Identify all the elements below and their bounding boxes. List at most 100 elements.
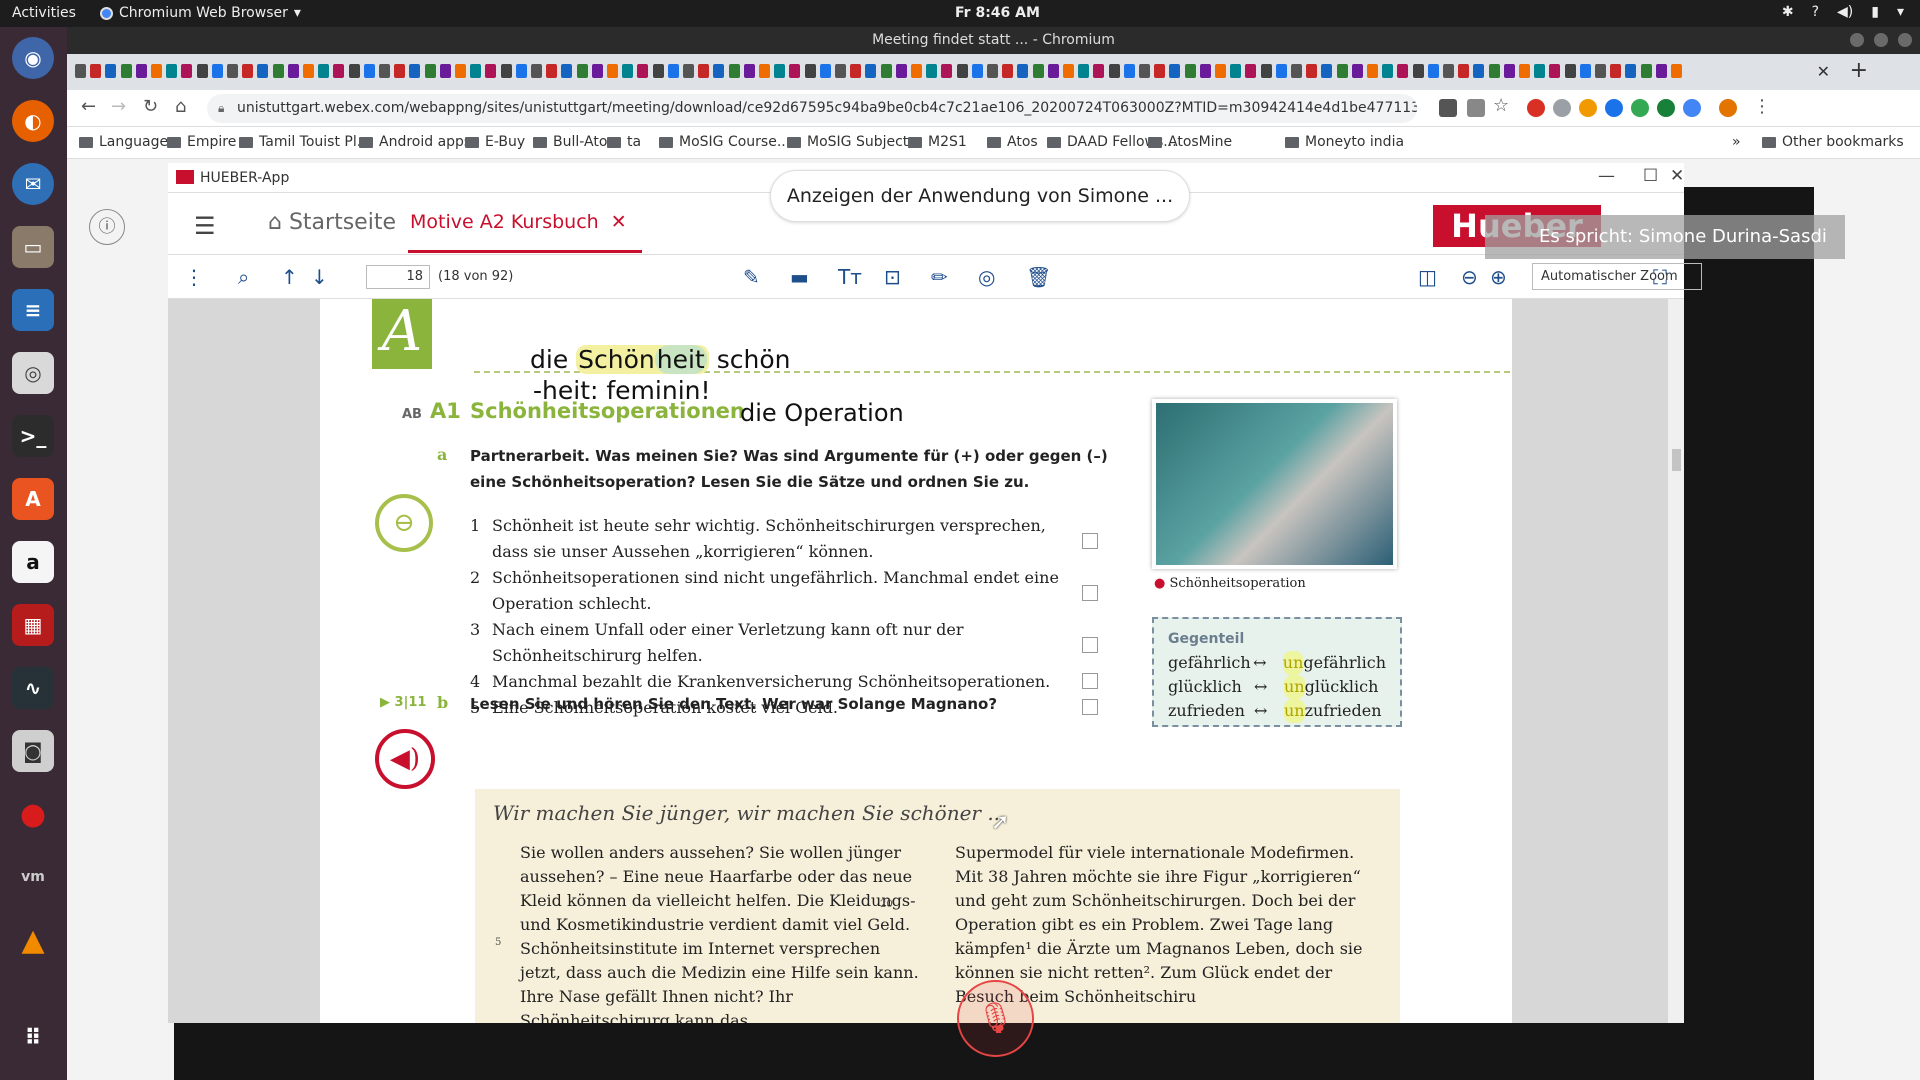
tab-favicon-icon[interactable]	[485, 64, 497, 78]
tab-favicon-icon[interactable]	[151, 64, 162, 78]
tab-favicon-icon[interactable]	[561, 64, 573, 78]
tab-favicon-icon[interactable]	[211, 64, 223, 78]
remote-desktop-dock-icon[interactable]: ▦	[12, 604, 54, 646]
tab-favicon-icon[interactable]	[1610, 64, 1622, 78]
tab-favicon-icon[interactable]	[1549, 64, 1561, 78]
tab-favicon-icon[interactable]	[698, 64, 710, 78]
tab-favicon-icon[interactable]	[500, 64, 512, 78]
clock[interactable]: Fr 8:46 AM	[955, 5, 1040, 21]
comment-icon[interactable]: ▬	[790, 265, 809, 289]
next-page-icon[interactable]: ↓	[311, 265, 328, 289]
tab-favicon-icon[interactable]	[1123, 64, 1135, 78]
tab-close-icon[interactable]: ✕	[1817, 62, 1830, 81]
camera-dock-icon[interactable]: ◙	[12, 730, 54, 772]
zoom-out-icon[interactable]: ⊖	[1461, 265, 1478, 289]
tab-favicon-icon[interactable]	[1215, 64, 1226, 78]
tab-favicon-icon[interactable]	[90, 64, 102, 78]
statement-checkbox[interactable]	[1082, 637, 1098, 653]
minimize-icon[interactable]: —	[1598, 166, 1615, 186]
zoom-in-icon[interactable]: ⊕	[1490, 265, 1507, 289]
tab-favicon-icon[interactable]	[683, 64, 694, 78]
tab-favicon-icon[interactable]	[743, 64, 755, 78]
link-icon[interactable]: ⊖	[375, 494, 433, 552]
back-icon[interactable]: ←	[81, 96, 96, 117]
tab-favicon-icon[interactable]	[242, 64, 254, 78]
tab-favicon-icon[interactable]	[1625, 64, 1637, 78]
bookmark-item[interactable]: AtosMine	[1148, 134, 1232, 150]
tab-favicon-icon[interactable]	[1306, 64, 1318, 78]
tab-favicon-icon[interactable]	[1397, 64, 1409, 78]
zoom-select[interactable]: Automatischer Zoom	[1532, 263, 1702, 290]
tab-favicon-icon[interactable]	[1154, 64, 1166, 78]
tab-favicon-icon[interactable]	[1458, 64, 1470, 78]
other-bookmarks[interactable]: Other bookmarks	[1762, 134, 1904, 150]
tab-favicon-icon[interactable]	[455, 64, 466, 78]
tab-favicon-icon[interactable]	[895, 64, 907, 78]
forward-icon[interactable]: →	[111, 96, 126, 117]
tab-favicon-icon[interactable]	[1579, 64, 1591, 78]
tab-favicon-icon[interactable]	[1184, 64, 1196, 78]
find-icon[interactable]: ⌕	[238, 265, 249, 289]
tab-favicon-icon[interactable]	[1245, 64, 1257, 78]
software-center-dock-icon[interactable]: A	[12, 478, 54, 520]
tab-favicon-icon[interactable]	[1519, 64, 1530, 78]
meeting-info-icon[interactable]: ⓘ	[89, 209, 125, 245]
bookmark-item[interactable]: Moneyto india	[1285, 134, 1404, 150]
page-number-input[interactable]: 18	[366, 265, 430, 289]
pdf-scrollbar[interactable]	[1668, 299, 1684, 1023]
camera-blocked-icon[interactable]	[1439, 99, 1457, 117]
bookmark-item[interactable]: Atos	[987, 134, 1038, 150]
menu-icon[interactable]: ☰	[194, 212, 216, 240]
tab-favicon-icon[interactable]	[287, 64, 299, 78]
tab-favicon-icon[interactable]	[1640, 64, 1652, 78]
tab-favicon-icon[interactable]	[1321, 64, 1333, 78]
delete-icon[interactable]: 🗑︎	[1026, 265, 1051, 289]
tab-favicon-icon[interactable]	[941, 64, 953, 78]
pdf-scroll-thumb[interactable]	[1672, 449, 1681, 471]
browser-menu-icon[interactable]: ⋮	[1753, 96, 1771, 117]
fullscreen-icon[interactable]: ⛶	[1653, 265, 1667, 289]
tab-favicon-icon[interactable]	[1017, 64, 1029, 78]
battery-icon[interactable]: ▮	[1871, 4, 1879, 20]
bluetooth-icon[interactable]: ✱	[1782, 4, 1794, 20]
pencil-icon[interactable]: ✏	[931, 265, 948, 289]
vlc-dock-icon[interactable]: ▲	[12, 919, 54, 961]
volume-icon[interactable]: ◀)	[1837, 4, 1853, 20]
new-tab-button[interactable]: +	[1850, 58, 1868, 83]
tab-favicon-icon[interactable]	[1382, 64, 1394, 78]
cherry-app-dock-icon[interactable]: ●	[12, 793, 54, 835]
tab-favicon-icon[interactable]	[1473, 64, 1485, 78]
tab-favicon-icon[interactable]	[1367, 64, 1378, 78]
tab-favicon-icon[interactable]	[363, 64, 375, 78]
audio-play-icon[interactable]: ◀)	[375, 729, 435, 789]
tab-favicon-icon[interactable]	[272, 64, 284, 78]
tab-favicon-icon[interactable]	[1351, 64, 1363, 78]
tab-favicon-icon[interactable]	[227, 64, 238, 78]
tab-favicon-icon[interactable]	[1443, 64, 1454, 78]
tab-favicon-icon[interactable]	[728, 64, 740, 78]
tab-favicon-icon[interactable]	[576, 64, 588, 78]
tab-favicon-icon[interactable]	[1108, 64, 1120, 78]
maximize-icon[interactable]	[1874, 33, 1888, 47]
tab-favicon-icon[interactable]	[1002, 64, 1014, 78]
bookmark-item[interactable]: Android apps	[359, 134, 471, 150]
tab-favicon-icon[interactable]	[1199, 64, 1211, 78]
files-dock-icon[interactable]: ▭	[12, 226, 54, 268]
app-menu[interactable]: Chromium Web Browser ▾	[100, 5, 301, 21]
bookmark-item[interactable]: E-Buy	[465, 134, 525, 150]
extension-icon[interactable]	[1605, 99, 1623, 117]
tab-favicon-icon[interactable]	[607, 64, 618, 78]
tab-favicon-icon[interactable]	[257, 64, 269, 78]
tab-favicon-icon[interactable]	[409, 64, 421, 78]
tab-favicon-icon[interactable]	[1047, 64, 1059, 78]
tab-favicon-icon[interactable]	[987, 64, 998, 78]
close-icon[interactable]: ✕	[1670, 166, 1684, 186]
bookmark-star-icon[interactable]: ☆	[1493, 95, 1509, 116]
vmware-dock-icon[interactable]: vm	[12, 856, 54, 898]
rhythmbox-dock-icon[interactable]: ◎	[12, 352, 54, 394]
tab-favicon-icon[interactable]	[1595, 64, 1606, 78]
home-link[interactable]: ⌂ Startseite	[268, 210, 396, 235]
extension-icon[interactable]	[1553, 99, 1571, 117]
power-menu-icon[interactable]: ▾	[1897, 4, 1904, 20]
tab-favicon-icon[interactable]	[865, 64, 877, 78]
